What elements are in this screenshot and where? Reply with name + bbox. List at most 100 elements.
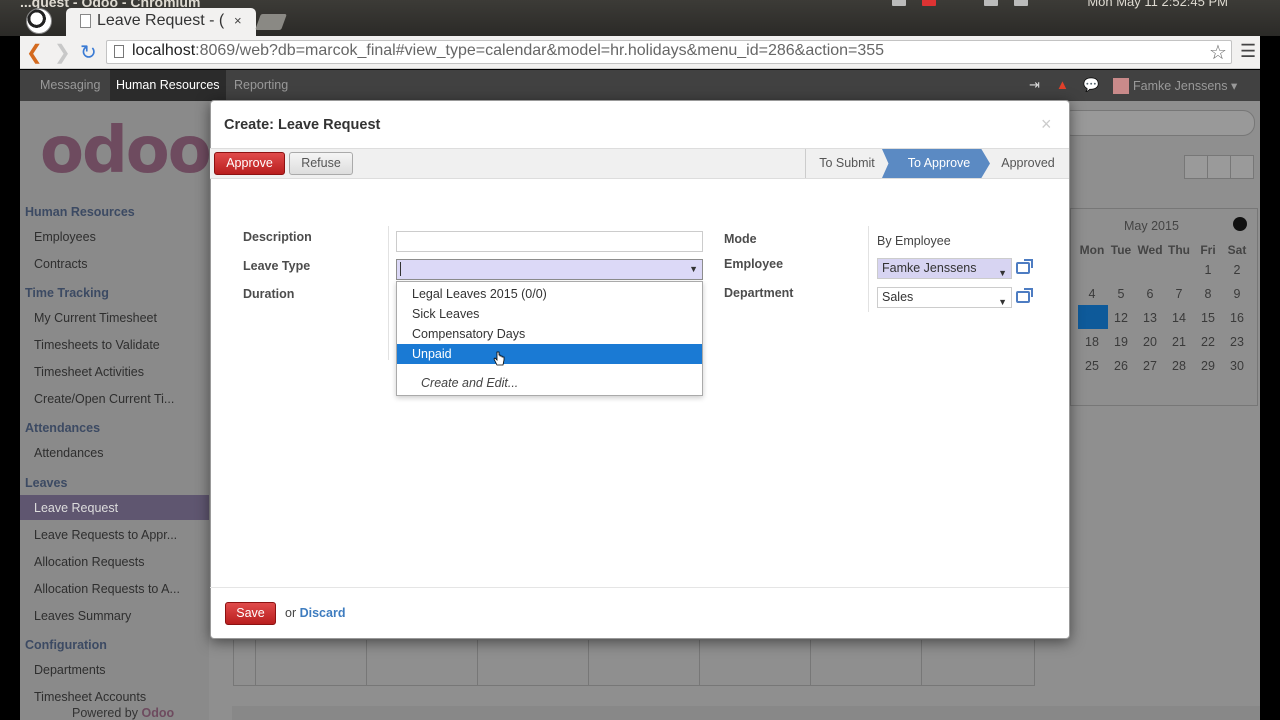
menu-human-resources[interactable]: Human Resources [110, 70, 226, 101]
leave-type-select[interactable]: ▼ [396, 259, 703, 280]
language-indicator-icon [984, 0, 998, 6]
powered-by-brand[interactable]: Odoo [142, 706, 175, 720]
calendar-dow: Mon [1079, 243, 1105, 257]
approve-button[interactable]: Approve [214, 152, 285, 175]
calendar-day[interactable]: 23 [1223, 335, 1251, 349]
dropdown-option-unpaid[interactable]: Unpaid [412, 347, 452, 361]
list-view-icon[interactable] [1207, 155, 1231, 179]
calendar-view-icon[interactable] [1184, 155, 1208, 179]
external-link-icon[interactable] [1016, 288, 1033, 303]
sidebar-item-departments[interactable]: Departments [34, 663, 106, 677]
department-select[interactable]: Sales ▼ [877, 287, 1012, 308]
sidebar-item-attendances[interactable]: Attendances [34, 446, 104, 460]
calendar-day[interactable]: 28 [1165, 359, 1193, 373]
sidebar-item-leave-request[interactable]: Leave Request [34, 501, 118, 515]
sidebar-item-create-open-timesheet[interactable]: Create/Open Current Ti... [34, 392, 174, 406]
sidebar-item-allocation-requests-to-approve[interactable]: Allocation Requests to A... [34, 582, 180, 596]
calendar-day[interactable]: 18 [1078, 335, 1106, 349]
dropdown-option-compensatory-days[interactable]: Compensatory Days [412, 327, 525, 341]
calendar-day[interactable]: 12 [1107, 311, 1135, 325]
calendar-day[interactable]: 21 [1165, 335, 1193, 349]
calendar-day[interactable]: 8 [1194, 287, 1222, 301]
calendar-dow: Sat [1227, 243, 1247, 257]
bookmark-star-icon[interactable]: ☆ [1209, 40, 1227, 65]
calendar-day[interactable]: 15 [1194, 311, 1222, 325]
url-text[interactable]: localhost:8069/web?db=marcok_final#view_… [132, 42, 884, 60]
calendar-day[interactable]: 30 [1223, 359, 1251, 373]
department-value: Sales [882, 290, 914, 304]
chevron-down-icon[interactable]: ▼ [689, 264, 698, 274]
calendar-day[interactable]: 9 [1223, 287, 1251, 301]
calendar-day[interactable]: 1 [1194, 263, 1222, 277]
powered-by-text: Powered by [72, 706, 139, 720]
sidebar-item-leaves-summary[interactable]: Leaves Summary [34, 609, 131, 623]
calendar-day[interactable]: 16 [1223, 311, 1251, 325]
sidebar-item-my-current-timesheet[interactable]: My Current Timesheet [34, 311, 157, 325]
odoo-logo[interactable]: odoo [40, 114, 212, 188]
calendar-day[interactable]: 29 [1194, 359, 1222, 373]
browser-menu-icon[interactable]: ☰ [1240, 41, 1256, 62]
calendar-day[interactable]: 4 [1078, 287, 1106, 301]
forward-icon[interactable]: ❯ [54, 40, 71, 65]
stage-to-approve[interactable]: To Approve [896, 149, 982, 178]
chevron-down-icon[interactable]: ▼ [998, 264, 1007, 283]
calendar-day[interactable]: 11 [1078, 311, 1106, 325]
calendar-day[interactable]: 19 [1107, 335, 1135, 349]
menu-messaging[interactable]: Messaging [40, 78, 100, 92]
alert-icon[interactable]: ▲ [1056, 77, 1069, 92]
search-input[interactable] [1060, 110, 1255, 136]
calendar-day[interactable]: 20 [1136, 335, 1164, 349]
calendar-day[interactable]: 6 [1136, 287, 1164, 301]
calendar-day[interactable]: 14 [1165, 311, 1193, 325]
mode-value[interactable]: By Employee [877, 234, 951, 248]
employee-select[interactable]: Famke Jenssens ▼ [877, 258, 1012, 279]
sidebar-item-timesheet-accounts[interactable]: Timesheet Accounts [34, 690, 146, 704]
description-field[interactable] [396, 231, 703, 252]
horizontal-scrollbar[interactable] [232, 706, 1260, 720]
sign-in-icon[interactable]: ⇥ [1029, 77, 1040, 93]
sidebar-item-leave-requests-to-approve[interactable]: Leave Requests to Appr... [34, 528, 177, 542]
menu-reporting[interactable]: Reporting [234, 78, 288, 92]
field-separator [868, 226, 869, 312]
sidebar-section-time-tracking: Time Tracking [25, 286, 109, 300]
calendar-dow: Thu [1168, 243, 1190, 257]
calendar-day[interactable]: 5 [1107, 287, 1135, 301]
chevron-down-icon[interactable]: ▼ [998, 293, 1007, 312]
stage-approved[interactable]: Approved [996, 149, 1060, 178]
calendar-day[interactable]: 22 [1194, 335, 1222, 349]
calendar-day[interactable]: 13 [1136, 311, 1164, 325]
discard-link[interactable]: Discard [300, 606, 346, 620]
page-info-icon[interactable] [114, 45, 124, 58]
refuse-button[interactable]: Refuse [289, 152, 353, 175]
calendar-day[interactable]: 26 [1107, 359, 1135, 373]
duration-label: Duration [243, 287, 295, 301]
create-and-edit-link[interactable]: Create and Edit... [421, 376, 518, 390]
calendar-day[interactable]: 27 [1136, 359, 1164, 373]
chat-icon[interactable]: 💬 [1083, 77, 1099, 93]
stage-to-submit[interactable]: To Submit [812, 149, 882, 178]
sidebar-item-timesheet-activities[interactable]: Timesheet Activities [34, 365, 144, 379]
back-icon[interactable]: ❮ [26, 40, 43, 65]
calendar-day[interactable]: 7 [1165, 287, 1193, 301]
user-menu[interactable]: Famke Jenssens ▾ [1133, 78, 1237, 93]
calendar-day[interactable]: 25 [1078, 359, 1106, 373]
avatar[interactable] [1113, 78, 1129, 94]
sidebar-item-timesheets-to-validate[interactable]: Timesheets to Validate [34, 338, 160, 352]
dropdown-option-legal-leaves[interactable]: Legal Leaves 2015 (0/0) [412, 287, 547, 301]
dropdown-option-sick-leaves[interactable]: Sick Leaves [412, 307, 479, 321]
reload-icon[interactable]: ↻ [80, 40, 97, 65]
calendar-day[interactable]: 2 [1223, 263, 1251, 277]
sidebar-item-employees[interactable]: Employees [34, 230, 96, 244]
sidebar-item-contracts[interactable]: Contracts [34, 257, 88, 271]
form-view-icon[interactable] [1230, 155, 1254, 179]
employee-value: Famke Jenssens [882, 261, 977, 275]
sidebar-item-allocation-requests[interactable]: Allocation Requests [34, 555, 144, 569]
powered-by: Powered by Odoo [72, 706, 174, 720]
tab-close-icon[interactable]: × [234, 13, 242, 28]
external-link-icon[interactable] [1016, 259, 1033, 274]
tab-title[interactable]: Leave Request - ( [97, 12, 224, 30]
save-button[interactable]: Save [225, 602, 276, 625]
or-text: or [285, 606, 297, 620]
next-month-icon[interactable] [1233, 217, 1247, 231]
close-icon[interactable]: × [1041, 114, 1052, 135]
